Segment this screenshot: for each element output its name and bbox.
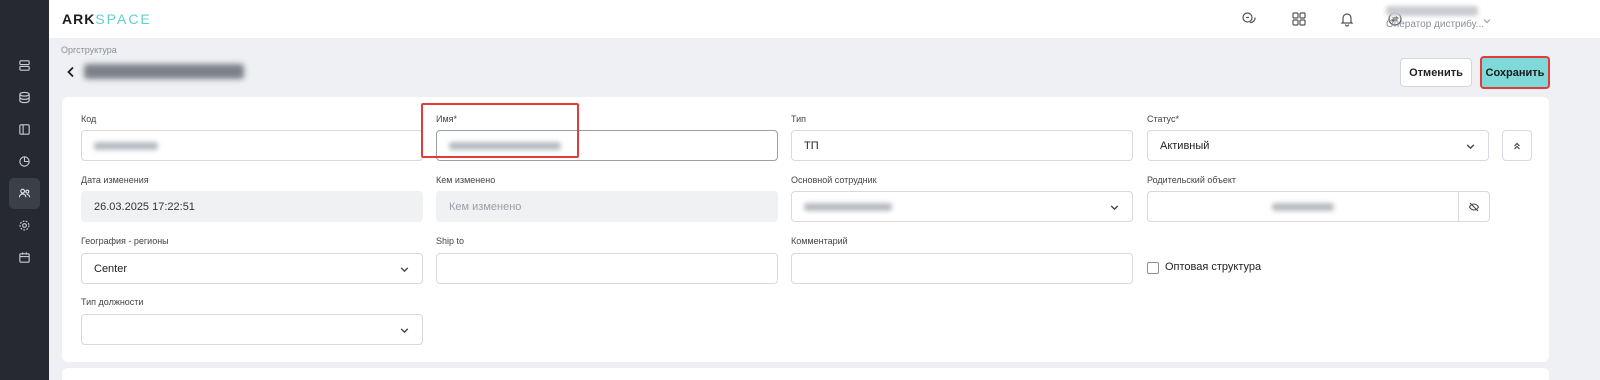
geography-select[interactable]: Center <box>81 253 423 284</box>
chevron-down-icon[interactable] <box>1482 13 1492 31</box>
changed-date-value: 26.03.2025 17:22:51 <box>94 200 195 213</box>
collapse-button[interactable] <box>1502 130 1532 161</box>
name-field[interactable] <box>436 130 778 161</box>
back-arrow-icon[interactable] <box>65 65 77 79</box>
eye-off-icon <box>1468 202 1480 211</box>
logo-primary: ARK <box>62 11 96 27</box>
type-field[interactable]: ТП <box>791 130 1133 161</box>
users-icon[interactable] <box>9 178 40 209</box>
chat-icon[interactable] <box>1240 10 1258 28</box>
cancel-button[interactable]: Отменить <box>1400 58 1472 87</box>
comment-label: Комментарий <box>791 236 848 246</box>
status-value: Активный <box>1160 139 1210 152</box>
ship-to-field[interactable] <box>436 253 778 284</box>
server-icon[interactable] <box>9 50 40 81</box>
name-label: Имя* <box>436 114 458 124</box>
code-label: Код <box>81 114 97 124</box>
database-icon[interactable] <box>9 82 40 113</box>
wholesale-checkbox[interactable] <box>1147 262 1159 274</box>
chevron-down-icon <box>1465 141 1476 155</box>
secondary-card <box>62 368 1549 380</box>
comment-field[interactable] <box>791 253 1133 284</box>
ship-to-label: Ship to <box>436 236 465 246</box>
position-type-label: Тип должности <box>81 297 144 307</box>
parent-object-field[interactable] <box>1147 191 1459 222</box>
changed-date-field: 26.03.2025 17:22:51 <box>81 191 423 222</box>
pie-chart-icon[interactable] <box>9 146 40 177</box>
bell-icon[interactable] <box>1338 10 1356 28</box>
type-value: ТП <box>804 139 819 152</box>
changed-date-label: Дата изменения <box>81 175 149 185</box>
chevrons-up-icon <box>1514 142 1520 149</box>
status-select[interactable]: Активный <box>1147 130 1489 161</box>
geography-label: География - регионы <box>81 236 169 246</box>
user-name[interactable] <box>1386 6 1478 16</box>
changed-by-placeholder: Кем изменено <box>449 200 522 213</box>
unlink-button[interactable] <box>1459 191 1490 222</box>
type-label: Тип <box>791 114 807 124</box>
parent-object-label: Родительский объект <box>1147 175 1237 185</box>
top-bar: ARKSPACE <box>49 0 1600 38</box>
position-type-select[interactable] <box>81 314 423 345</box>
main-employee-label: Основной сотрудник <box>791 175 877 185</box>
panel-icon[interactable] <box>9 114 40 145</box>
main-employee-select[interactable] <box>791 191 1133 222</box>
page-title <box>84 64 244 79</box>
chevron-down-icon <box>399 325 410 339</box>
wholesale-label[interactable]: Оптовая структура <box>1165 261 1261 273</box>
logo-secondary: SPACE <box>95 11 152 27</box>
geography-value: Center <box>94 262 128 275</box>
user-role: Оператор дистрибу... <box>1386 19 1485 30</box>
code-field[interactable] <box>81 130 423 161</box>
breadcrumb[interactable]: Оргструктура <box>61 45 117 55</box>
chevron-down-icon <box>1109 202 1120 216</box>
calendar-icon[interactable] <box>9 242 40 273</box>
chevron-down-icon <box>399 264 410 278</box>
gear-icon[interactable] <box>9 210 40 241</box>
save-button[interactable]: Сохранить <box>1480 56 1550 89</box>
changed-by-label: Кем изменено <box>436 175 496 185</box>
app-logo[interactable]: ARKSPACE <box>62 11 152 27</box>
apps-grid-icon[interactable] <box>1290 10 1308 28</box>
changed-by-field: Кем изменено <box>436 191 778 222</box>
status-label: Статус* <box>1147 114 1179 124</box>
sidebar <box>0 0 49 380</box>
